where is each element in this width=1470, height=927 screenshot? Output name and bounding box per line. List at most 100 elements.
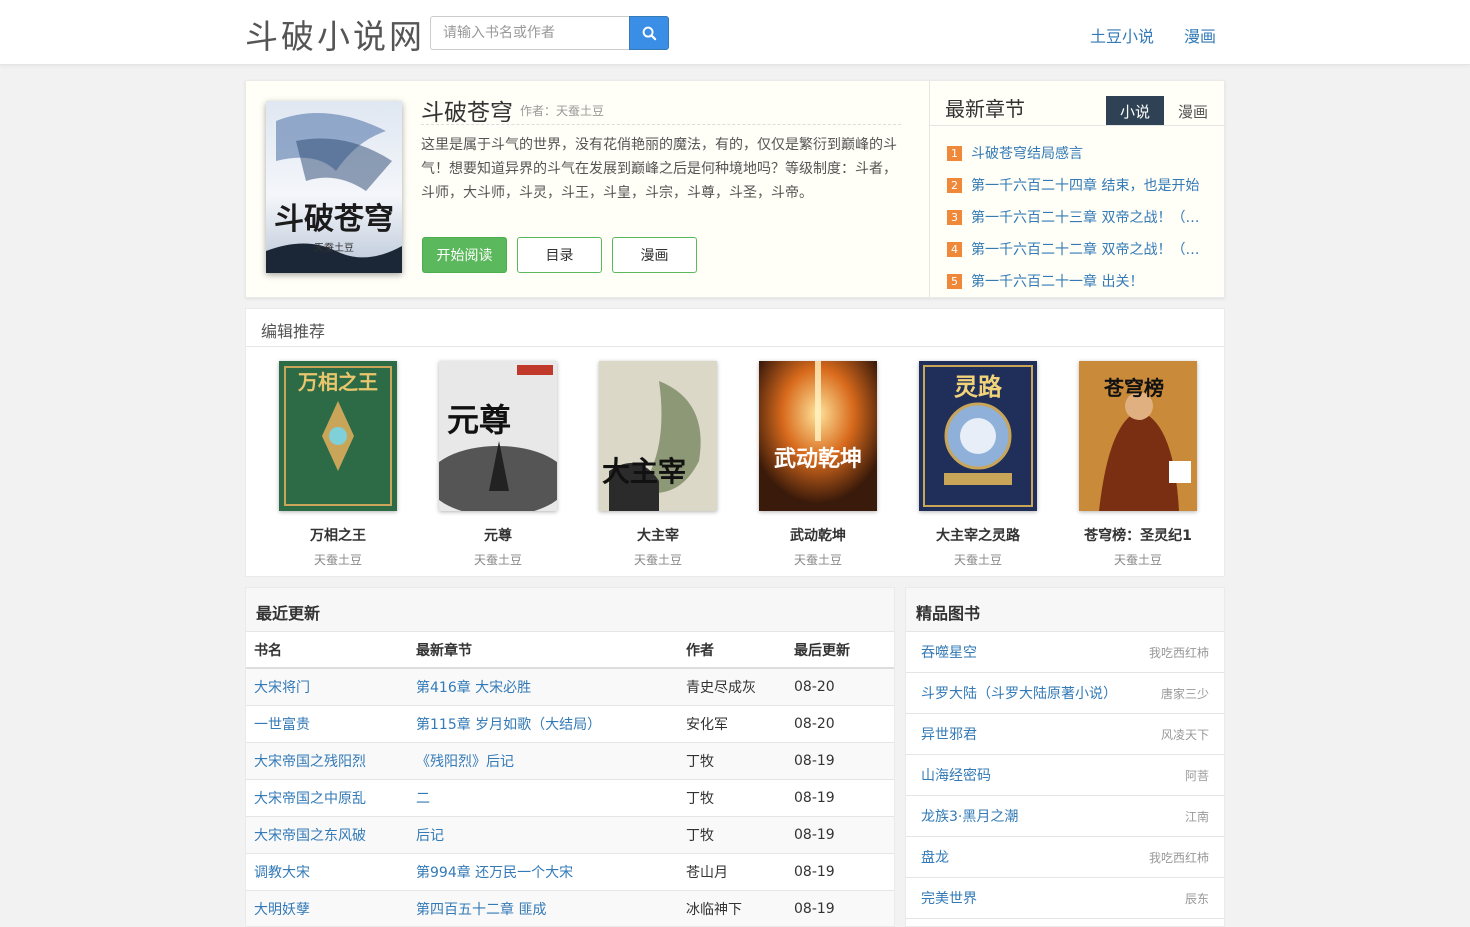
latest-chapters-title: 最新章节 [945,97,1025,121]
featured-book-link[interactable]: 龙族3·黑月之潮 [921,806,1018,826]
recommend-cover[interactable]: 元尊 [439,361,557,511]
recommend-cover[interactable]: 灵路 [919,361,1037,511]
chapter-link[interactable]: 第一千六百二十二章 双帝之战！（中） [971,239,1207,259]
recommend-item[interactable]: 万相之王 万相之王 天蚕土豆 [258,361,418,568]
featured-book-link[interactable]: 完美世界 [921,888,977,908]
column-header: 作者 [678,632,786,669]
recommend-item[interactable]: 武动乾坤 武动乾坤 天蚕土豆 [738,361,898,568]
featured-book-link[interactable]: 吞噬星空 [921,642,977,662]
book-info-panel: 斗破苍穹 天蚕土豆 斗破苍穹 作者：天蚕土豆 这里是属于斗气的世界，没有花俏艳丽… [245,80,1225,298]
recommend-book-name[interactable]: 苍穹榜：圣灵纪1 [1058,525,1218,545]
tab-novel[interactable]: 小说 [1106,96,1164,126]
rank-badge: 1 [947,145,962,161]
nav-link-comic[interactable]: 漫画 [1184,23,1216,47]
start-reading-button[interactable]: 开始阅读 [422,237,507,273]
recommend-book-name[interactable]: 大主宰之灵路 [898,525,1058,545]
book-name-link[interactable]: 大宋帝国之残阳烈 [254,754,366,770]
book-cover-image[interactable]: 斗破苍穹 天蚕土豆 [266,101,402,273]
rank-badge: 5 [947,273,962,289]
divider [930,125,1225,126]
featured-list: 吞噬星空 我吃西红柿 斗罗大陆（斗罗大陆原著小说） 唐家三少 异世邪君 风凌天下 山海… [906,632,1224,919]
date-cell: 08-19 [786,852,894,890]
recommend-cover[interactable]: 大主宰 [599,361,717,511]
recommend-item[interactable]: 大主宰 大主宰 天蚕土豆 [578,361,738,568]
list-item: 斗罗大陆（斗罗大陆原著小说） 唐家三少 [906,673,1224,714]
recommend-cover-text: 武动乾坤 [774,446,862,472]
book-name-link[interactable]: 一世富贵 [254,717,310,733]
recommend-item[interactable]: 元尊 元尊 天蚕土豆 [418,361,578,568]
recommend-item[interactable]: 苍穹榜 苍穹榜：圣灵纪1 天蚕土豆 [1058,361,1218,568]
author-cell: 安化军 [678,704,786,742]
recommend-cover-text: 苍穹榜 [1103,376,1164,400]
recommend-book-author: 天蚕土豆 [1113,553,1162,567]
search-button[interactable] [629,16,669,50]
recommend-book-author: 天蚕土豆 [473,553,522,567]
featured-book-link[interactable]: 盘龙 [921,847,949,867]
chapter-link[interactable]: 第一千六百二十四章 结束，也是开始 [971,175,1199,195]
book-description: 这里是属于斗气的世界，没有花俏艳丽的魔法，有的，仅仅是繁衍到巅峰的斗气！想要知道… [421,137,897,201]
book-author: 作者：天蚕土豆 [520,104,605,118]
nav-link-novel[interactable]: 土豆小说 [1090,23,1154,47]
date-cell: 08-20 [786,704,894,742]
book-cover-title: 斗破苍穹 [274,202,394,237]
chapter-item: 1 斗破苍穹结局感言 [947,137,1207,169]
book-name-link[interactable]: 调教大宋 [254,865,310,881]
comic-button[interactable]: 漫画 [612,237,697,273]
author-cell: 丁牧 [678,815,786,853]
chapter-item: 5 第一千六百二十一章 出关！ [947,265,1207,297]
recommend-book-name[interactable]: 元尊 [418,525,578,545]
list-item: 龙族3·黑月之潮 江南 [906,796,1224,837]
chapter-link[interactable]: 《残阳烈》后记 [416,754,514,770]
search-icon [642,26,656,40]
chapter-link[interactable]: 第994章 还万民一个大宋 [416,865,573,881]
featured-book-link[interactable]: 异世邪君 [921,724,977,744]
chapter-link[interactable]: 斗破苍穹结局感言 [971,143,1083,163]
chapter-link[interactable]: 第一千六百二十一章 出关！ [971,271,1143,291]
search-input[interactable] [430,16,630,50]
list-item: 山海经密码 阿菩 [906,755,1224,796]
date-cell: 08-19 [786,778,894,816]
recommend-book-name[interactable]: 武动乾坤 [738,525,898,545]
author-cell: 丁牧 [678,778,786,816]
recommend-book-author: 天蚕土豆 [633,553,682,567]
table-row: 大宋将门 第416章 大宋必胜 青史尽成灰 08-20 [246,667,894,705]
recommend-book-name[interactable]: 万相之王 [258,525,418,545]
book-name-link[interactable]: 大宋帝国之中原乱 [254,791,366,807]
book-name-link[interactable]: 大宋帝国之东风破 [254,828,366,844]
recommend-cover[interactable]: 苍穹榜 [1079,361,1197,511]
rank-badge: 4 [947,241,962,257]
author-cell: 青史尽成灰 [678,667,786,705]
recent-updates-title: 最近更新 [246,588,894,632]
chapter-link[interactable]: 第416章 大宋必胜 [416,680,531,696]
book-name-link[interactable]: 大明妖孽 [254,902,310,918]
column-header: 最后更新 [786,632,894,669]
book-name-link[interactable]: 大宋将门 [254,680,310,696]
featured-book-link[interactable]: 斗罗大陆（斗罗大陆原著小说） [921,683,1117,703]
chapter-link[interactable]: 后记 [416,828,444,844]
recommend-cover-text: 大主宰 [602,455,686,488]
list-item: 吞噬星空 我吃西红柿 [906,632,1224,673]
table-header-row: 书名 最新章节 作者 最后更新 [246,632,894,669]
list-item: 完美世界 辰东 [906,878,1224,919]
site-logo[interactable]: 斗破小说网 [245,10,425,58]
recommend-item[interactable]: 灵路 大主宰之灵路 天蚕土豆 [898,361,1058,568]
recommend-cover[interactable]: 万相之王 [279,361,397,511]
chapter-link[interactable]: 第四百五十二章 匪成 [416,902,546,918]
list-item: 异世邪君 风凌天下 [906,714,1224,755]
tab-comic[interactable]: 漫画 [1164,96,1222,126]
recommend-book-author: 天蚕土豆 [953,553,1002,567]
author-cell: 冰临神下 [678,889,786,926]
chapter-link[interactable]: 第一千六百二十三章 双帝之战！（大结局） [971,207,1207,227]
table-of-contents-button[interactable]: 目录 [517,237,602,273]
featured-books-title: 精品图书 [906,588,1224,632]
chapter-link[interactable]: 二 [416,791,430,807]
chapter-link[interactable]: 第115章 岁月如歌（大结局） [416,717,601,733]
recommend-book-name[interactable]: 大主宰 [578,525,738,545]
recommend-cover[interactable]: 武动乾坤 [759,361,877,511]
table-row: 大宋帝国之中原乱 二 丁牧 08-19 [246,778,894,816]
featured-book-link[interactable]: 山海经密码 [921,765,991,785]
editor-recommend-panel: 编辑推荐 万相之王 万相之王 天蚕土豆 元尊 元尊 天蚕土豆 大主宰 大主宰 天… [245,308,1225,577]
featured-book-author: 我吃西红柿 [1148,645,1209,660]
recommend-book-author: 天蚕土豆 [793,553,842,567]
table-row: 调教大宋 第994章 还万民一个大宋 苍山月 08-19 [246,852,894,890]
